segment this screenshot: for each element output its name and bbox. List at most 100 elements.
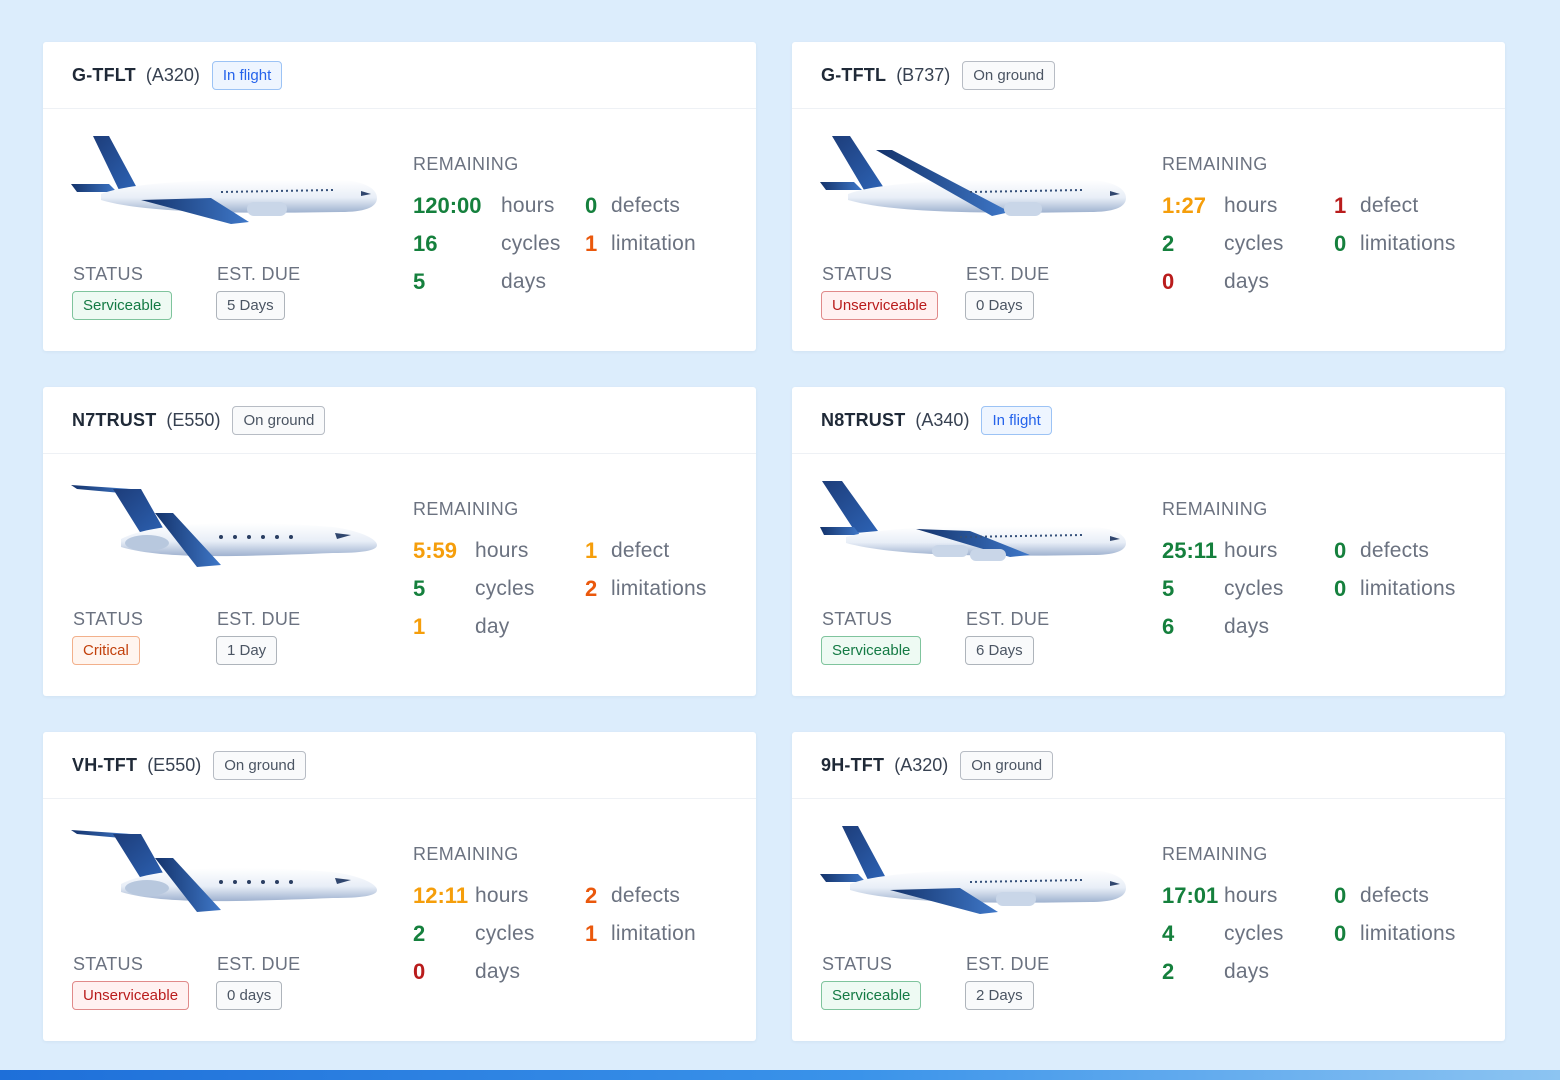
days-value: 5 bbox=[413, 269, 426, 294]
remaining-label: REMAINING bbox=[1162, 154, 1268, 174]
days-value: 1 bbox=[413, 614, 426, 639]
card-header: 9H-TFT (A320) On ground bbox=[792, 732, 1505, 799]
aircraft-registration: N7TRUST bbox=[72, 409, 157, 430]
est-due-label: EST. DUE bbox=[966, 264, 1050, 284]
hours-unit: hours bbox=[1224, 884, 1278, 907]
est-due-badge: 0 Days bbox=[965, 291, 1034, 320]
hours-unit: hours bbox=[475, 539, 529, 562]
card-header: VH-TFT (E550) On ground bbox=[43, 732, 756, 799]
days-value: 6 bbox=[1162, 614, 1175, 639]
hours-value: 5:59 bbox=[413, 538, 458, 563]
cycles-unit: cycles bbox=[1224, 922, 1284, 945]
hours-unit: hours bbox=[1224, 539, 1278, 562]
days-value: 2 bbox=[1162, 959, 1175, 984]
hours-value: 1:27 bbox=[1162, 193, 1207, 218]
limitations-unit: limitations bbox=[1360, 232, 1456, 255]
days-unit: days bbox=[501, 270, 547, 293]
defects-unit: defects bbox=[611, 884, 681, 907]
status-label: STATUS bbox=[822, 954, 893, 974]
business-jet-icon bbox=[71, 830, 377, 912]
aircraft-model: (E550) bbox=[166, 409, 221, 430]
aircraft-card-n7trust[interactable]: N7TRUST (E550) On ground STATUS Critical… bbox=[43, 387, 756, 696]
cycles-unit: cycles bbox=[475, 922, 535, 945]
status-label: STATUS bbox=[73, 954, 144, 974]
est-due-badge: 5 Days bbox=[216, 291, 285, 320]
aircraft-registration: VH-TFT bbox=[72, 754, 138, 775]
remaining-label: REMAINING bbox=[413, 499, 519, 519]
cycles-value: 4 bbox=[1162, 921, 1175, 946]
remaining-label: REMAINING bbox=[1162, 499, 1268, 519]
hours-value: 17:01 bbox=[1162, 883, 1219, 908]
hours-value: 25:11 bbox=[1162, 538, 1218, 563]
location-badge: On ground bbox=[962, 60, 1056, 90]
hours-value: 12:11 bbox=[413, 883, 469, 908]
aircraft-model: (A320) bbox=[145, 64, 200, 85]
aircraft-card-n8trust[interactable]: N8TRUST (A340) In flight STATUS Servicea… bbox=[792, 387, 1505, 696]
status-badge: Serviceable bbox=[821, 636, 922, 665]
location-badge: On ground bbox=[232, 405, 326, 435]
remaining-label: REMAINING bbox=[1162, 844, 1268, 864]
aircraft-model: (B737) bbox=[896, 64, 951, 85]
limitations-value: 0 bbox=[1334, 231, 1347, 256]
hours-unit: hours bbox=[1224, 194, 1278, 217]
aircraft-card-vh-tft[interactable]: VH-TFT (E550) On ground STATUS Unservice… bbox=[43, 732, 756, 1041]
est-due-label: EST. DUE bbox=[966, 609, 1050, 629]
narrowbody-airplane-icon bbox=[71, 136, 377, 224]
est-due-label: EST. DUE bbox=[217, 609, 301, 629]
est-due-badge: 2 Days bbox=[965, 981, 1034, 1010]
limitations-value: 1 bbox=[585, 921, 598, 946]
defects-unit: defect bbox=[1360, 194, 1419, 217]
cycles-value: 2 bbox=[413, 921, 426, 946]
defects-unit: defect bbox=[611, 539, 670, 562]
aircraft-registration: G-TFTL bbox=[821, 64, 887, 85]
aircraft-model: (E550) bbox=[147, 754, 202, 775]
est-due-badge: 1 Day bbox=[216, 636, 278, 665]
hours-unit: hours bbox=[501, 194, 555, 217]
days-unit: days bbox=[1224, 615, 1270, 638]
aircraft-model: (A340) bbox=[915, 409, 970, 430]
limitations-unit: limitation bbox=[611, 232, 696, 255]
card-header: N7TRUST (E550) On ground bbox=[43, 387, 756, 454]
defects-value: 2 bbox=[585, 883, 598, 908]
aircraft-card-g-tflt[interactable]: G-TFLT (A320) In flight STATUS Serviceab… bbox=[43, 42, 756, 351]
cycles-value: 5 bbox=[413, 576, 426, 601]
narrowbody-airplane-icon bbox=[820, 826, 1126, 914]
limitations-unit: limitations bbox=[1360, 922, 1456, 945]
card-header: G-TFLT (A320) In flight bbox=[43, 42, 756, 109]
status-badge: Unserviceable bbox=[72, 981, 190, 1010]
limitations-value: 0 bbox=[1334, 576, 1347, 601]
est-due-label: EST. DUE bbox=[966, 954, 1050, 974]
est-due-badge: 0 days bbox=[216, 981, 283, 1010]
status-label: STATUS bbox=[73, 609, 144, 629]
aircraft-registration: N8TRUST bbox=[821, 409, 906, 430]
status-badge: Serviceable bbox=[72, 291, 173, 320]
limitations-unit: limitations bbox=[1360, 577, 1456, 600]
days-value: 0 bbox=[1162, 269, 1175, 294]
defects-value: 1 bbox=[585, 538, 598, 563]
cycles-unit: cycles bbox=[475, 577, 535, 600]
defects-value: 1 bbox=[1334, 193, 1347, 218]
location-badge: In flight bbox=[211, 60, 283, 90]
defects-value: 0 bbox=[1334, 538, 1347, 563]
status-label: STATUS bbox=[73, 264, 144, 284]
est-due-label: EST. DUE bbox=[217, 264, 301, 284]
card-header: G-TFTL (B737) On ground bbox=[792, 42, 1505, 109]
cycles-value: 16 bbox=[413, 231, 438, 256]
cycles-unit: cycles bbox=[1224, 577, 1284, 600]
status-badge: Unserviceable bbox=[821, 291, 939, 320]
narrowbody-airplane-icon bbox=[820, 136, 1126, 216]
aircraft-card-g-tftl[interactable]: G-TFTL (B737) On ground STATUS Unservice… bbox=[792, 42, 1505, 351]
aircraft-card-9h-tft[interactable]: 9H-TFT (A320) On ground STATUS Serviceab… bbox=[792, 732, 1505, 1041]
days-unit: days bbox=[1224, 960, 1270, 983]
remaining-label: REMAINING bbox=[413, 844, 519, 864]
location-badge: On ground bbox=[213, 750, 307, 780]
est-due-badge: 6 Days bbox=[965, 636, 1034, 665]
status-label: STATUS bbox=[822, 609, 893, 629]
defects-value: 0 bbox=[585, 193, 598, 218]
hours-value: 120:00 bbox=[413, 193, 482, 218]
widebody-airplane-icon bbox=[820, 481, 1126, 561]
days-unit: days bbox=[475, 960, 521, 983]
days-unit: days bbox=[1224, 270, 1270, 293]
defects-unit: defects bbox=[611, 194, 681, 217]
aircraft-model: (A320) bbox=[894, 754, 949, 775]
